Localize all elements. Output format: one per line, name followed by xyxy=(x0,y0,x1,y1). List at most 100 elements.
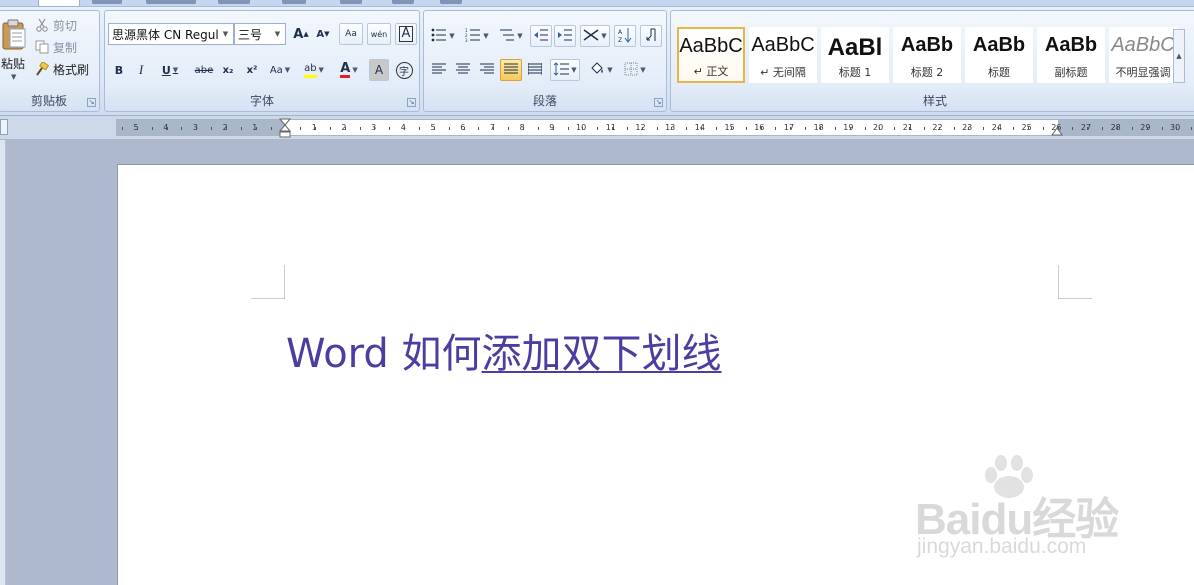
numbering-icon: 123 xyxy=(465,28,481,45)
ruler-strip[interactable]: 5432112345678910111213141516171819202122… xyxy=(116,118,1194,138)
tab-page-layout[interactable] xyxy=(146,0,196,4)
clipboard-launcher-icon[interactable]: ↘ xyxy=(87,98,96,107)
grow-font-label: A xyxy=(293,26,304,42)
highlight-button[interactable]: ab ▼ xyxy=(297,59,331,81)
decrease-indent-button[interactable] xyxy=(530,25,552,47)
tab-mailings[interactable] xyxy=(282,0,306,4)
enclose-characters-button[interactable]: 字 xyxy=(393,59,415,81)
align-left-button[interactable] xyxy=(428,59,450,81)
tab-selector[interactable] xyxy=(0,119,8,135)
horizontal-ruler[interactable]: 5432112345678910111213141516171819202122… xyxy=(0,116,1194,140)
show-marks-button[interactable] xyxy=(640,25,662,47)
style-tile[interactable]: AaBbC 不明显强调 xyxy=(1109,27,1177,83)
format-painter-button[interactable]: 格式刷 xyxy=(35,59,89,79)
shading-dropdown-icon[interactable]: ▼ xyxy=(607,66,612,74)
change-case-button[interactable]: Aa ▼ xyxy=(265,59,295,81)
increase-indent-icon xyxy=(558,29,572,44)
paste-button[interactable]: 粘贴 ▼ xyxy=(1,13,31,93)
style-tile[interactable]: AaBbC ↵ 无间隔 xyxy=(749,27,817,83)
numbering-button[interactable]: 1 2 3 ▼ xyxy=(462,25,492,47)
increase-indent-button[interactable] xyxy=(554,25,576,47)
shrink-font-button[interactable]: A ▼ xyxy=(313,23,333,45)
line-spacing-dropdown-icon[interactable]: ▼ xyxy=(571,66,576,74)
style-name: 不明显强调 xyxy=(1115,66,1171,79)
superscript-button[interactable]: x² xyxy=(241,59,263,81)
styles-gallery-scroll[interactable]: ▲ xyxy=(1173,29,1185,83)
highlight-dropdown-icon[interactable]: ▼ xyxy=(319,66,324,74)
change-case-dropdown-icon[interactable]: ▼ xyxy=(285,66,290,74)
ruler-number: 18 xyxy=(813,123,824,132)
font-color-button[interactable]: A ▼ xyxy=(333,59,365,81)
font-color-dropdown-icon[interactable]: ▼ xyxy=(352,66,357,74)
clear-format-button[interactable]: Aa xyxy=(339,23,363,45)
tab-references[interactable] xyxy=(218,0,250,4)
ruler-tick-mark xyxy=(359,127,361,130)
ruler-tick-mark xyxy=(998,127,1000,130)
tab-view[interactable] xyxy=(392,0,414,4)
underline-button[interactable]: U ▼ xyxy=(153,59,187,81)
cut-button[interactable]: 剪切 xyxy=(35,15,77,35)
document-text-underlined[interactable]: 添加双下划线 xyxy=(482,331,722,377)
tab-insert[interactable] xyxy=(92,0,122,4)
font-size-dropdown-icon[interactable]: ▼ xyxy=(272,24,283,44)
tab-review[interactable] xyxy=(340,0,362,4)
multilevel-list-dropdown-icon[interactable]: ▼ xyxy=(517,32,522,40)
paste-dropdown-icon[interactable]: ▼ xyxy=(11,73,16,81)
right-indent-marker-icon[interactable] xyxy=(1051,126,1063,136)
ruler-number: 14 xyxy=(694,123,705,132)
line-spacing-button[interactable]: ▼ xyxy=(550,59,580,81)
chinese-layout-button[interactable]: ▼ xyxy=(580,25,610,47)
align-right-button[interactable] xyxy=(476,59,498,81)
justify-button[interactable] xyxy=(500,59,522,81)
ruler-tick-mark xyxy=(730,127,732,130)
numbering-dropdown-icon[interactable]: ▼ xyxy=(483,32,488,40)
font-size-combo[interactable]: 三号 ▼ xyxy=(234,23,286,45)
style-sample: AaBb xyxy=(1044,34,1098,56)
font-name-combo[interactable]: 思源黑体 CN Regul ▼ xyxy=(108,23,234,45)
chinese-layout-dropdown-icon[interactable]: ▼ xyxy=(601,32,606,40)
bullets-dropdown-icon[interactable]: ▼ xyxy=(449,32,454,40)
shading-button[interactable]: ▼ xyxy=(584,59,618,81)
phonetic-guide-button[interactable]: wén xyxy=(367,23,391,45)
paragraph-launcher-icon[interactable]: ↘ xyxy=(654,98,663,107)
tab-home[interactable] xyxy=(38,0,80,7)
style-sample: AaBl xyxy=(827,34,883,61)
borders-button[interactable]: ▼ xyxy=(620,59,650,81)
tab-addins[interactable] xyxy=(440,0,462,4)
style-tile[interactable]: AaBb 标题 xyxy=(965,27,1033,83)
gallery-up-icon[interactable]: ▲ xyxy=(1176,52,1181,60)
borders-dropdown-icon[interactable]: ▼ xyxy=(640,66,645,74)
indent-marker-icon[interactable] xyxy=(279,118,291,138)
sort-button[interactable]: AZ xyxy=(614,25,636,47)
font-name-dropdown-icon[interactable]: ▼ xyxy=(220,24,231,44)
copy-button[interactable]: 复制 xyxy=(35,37,77,57)
bullets-button[interactable]: ▼ xyxy=(428,25,458,47)
bold-button[interactable]: B xyxy=(109,59,129,81)
style-tile[interactable]: AaBl 标题 1 xyxy=(821,27,889,83)
style-tile[interactable]: AaBbC ↵ 正文 xyxy=(677,27,745,83)
subscript-button[interactable]: x₂ xyxy=(217,59,239,81)
underline-dropdown-icon[interactable]: ▼ xyxy=(173,66,178,74)
ruler-number: 24 xyxy=(991,123,1002,132)
align-center-button[interactable] xyxy=(452,59,474,81)
multilevel-list-button[interactable]: ▼ xyxy=(496,25,526,47)
font-launcher-icon[interactable]: ↘ xyxy=(407,98,416,107)
style-tile[interactable]: AaBb 标题 2 xyxy=(893,27,961,83)
character-border-button[interactable]: A xyxy=(395,23,417,45)
ruler-tick-mark xyxy=(597,127,599,130)
grow-font-button[interactable]: A ▲ xyxy=(291,23,311,45)
vertical-ruler-edge xyxy=(0,140,6,585)
ruler-tick-mark xyxy=(1027,127,1029,130)
italic-button[interactable]: I xyxy=(131,59,151,81)
style-name: 副标题 xyxy=(1054,66,1088,79)
paste-icon xyxy=(2,19,26,50)
document-text-plain[interactable]: Word 如何 xyxy=(286,331,482,377)
ruler-tick-mark xyxy=(790,127,792,130)
character-shading-button[interactable]: A xyxy=(369,59,389,81)
ruler-tick-mark xyxy=(923,127,925,130)
sort-icon: AZ xyxy=(618,27,632,46)
style-tile[interactable]: AaBb 副标题 xyxy=(1037,27,1105,83)
document-body-text[interactable]: Word 如何添加双下划线 xyxy=(286,321,722,379)
distributed-button[interactable] xyxy=(524,59,546,81)
strikethrough-button[interactable]: abe xyxy=(191,59,217,81)
